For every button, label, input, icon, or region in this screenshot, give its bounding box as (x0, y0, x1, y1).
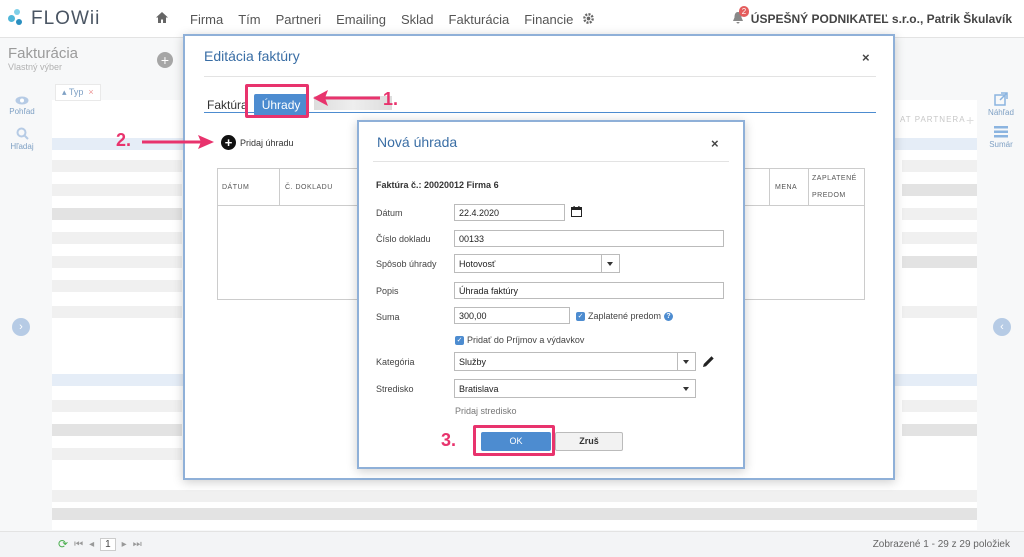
chevron-down-icon (683, 387, 689, 391)
sum-label: Suma (376, 312, 400, 322)
checkbox-checked-icon: ✓ (576, 311, 585, 321)
menu-item-tim[interactable]: Tím (238, 12, 260, 27)
tab-invoice[interactable]: Faktúra (207, 98, 248, 112)
new-payment-modal: Nová úhrada × Faktúra č.: 20020012 Firma… (357, 120, 745, 469)
top-navigation: FLOWii Firma Tím Partneri Emailing Sklad… (0, 0, 1024, 38)
user-area[interactable]: 2 ÚSPEŠNÝ PODNIKATEĽ s.r.o., Patrik Škul… (731, 6, 1012, 27)
step-3-label: 3. (441, 430, 457, 450)
payment-method-value: Hotovosť (459, 259, 496, 269)
date-label: Dátum (376, 208, 403, 218)
user-name[interactable]: ÚSPEŠNÝ PODNIKATEĽ s.r.o., Patrik Škulav… (751, 12, 1012, 26)
category-label: Kategória (376, 357, 415, 367)
bell-icon[interactable]: 2 (731, 6, 750, 27)
description-input[interactable]: Úhrada faktúry (454, 282, 724, 299)
payment-method-select[interactable]: Hotovosť (454, 254, 620, 273)
logo[interactable]: FLOWii (8, 8, 100, 30)
doc-number-input[interactable]: 00133 (454, 230, 724, 247)
arrow-left-icon (313, 90, 380, 106)
step-1-label: 1. (383, 89, 399, 109)
main-menu: Firma Tím Partneri Emailing Sklad Faktur… (190, 12, 588, 27)
refresh-icon[interactable]: ⟳ (58, 537, 68, 551)
chevron-down-icon (683, 360, 689, 364)
menu-item-partneri[interactable]: Partneri (276, 12, 322, 27)
col-prepaid-line1[interactable]: ZAPLATENÉ (812, 175, 857, 182)
doc-number-label: Číslo dokladu (376, 234, 431, 244)
step-2-label: 2. (116, 130, 132, 150)
checkbox-checked-icon: ✓ (455, 335, 464, 345)
add-center-link[interactable]: Pridaj stredisko (455, 406, 517, 416)
next-page-icon[interactable]: ▸ (122, 539, 127, 550)
help-icon[interactable]: ? (664, 311, 674, 321)
center-select[interactable]: Bratislava (454, 379, 696, 398)
center-value: Bratislava (459, 384, 499, 394)
center-label: Stredisko (376, 384, 414, 394)
close-icon[interactable]: × (711, 136, 719, 151)
date-input[interactable]: 22.4.2020 (454, 204, 565, 221)
highlight-payments-tab (245, 84, 309, 118)
prepaid-checkbox[interactable]: ✓ Zaplatené predom ? (576, 311, 674, 321)
col-currency[interactable]: MENA (775, 184, 797, 191)
menu-item-fakturacia[interactable]: Fakturácia (449, 12, 510, 27)
new-payment-title: Nová úhrada (377, 134, 458, 150)
add-payment-button[interactable]: + Pridaj úhradu (221, 135, 294, 150)
plus-icon: + (221, 135, 236, 150)
pencil-icon[interactable] (702, 355, 715, 368)
divider (204, 76, 876, 77)
divider (373, 161, 729, 162)
home-icon[interactable] (155, 11, 169, 24)
gear-icon[interactable] (582, 12, 595, 25)
menu-item-sklad[interactable]: Sklad (401, 12, 434, 27)
calendar-icon[interactable] (571, 206, 582, 217)
page-number[interactable]: 1 (100, 537, 116, 551)
prepaid-label: Zaplatené predom (588, 311, 662, 321)
col-date[interactable]: DÁTUM (222, 184, 249, 191)
col-doc-number[interactable]: Č. DOKLADU (285, 184, 333, 191)
prev-page-icon[interactable]: ◂ (89, 539, 94, 550)
add-payment-label: Pridaj úhradu (240, 137, 294, 148)
logo-text: FLOWii (31, 8, 101, 29)
highlight-ok-button (473, 425, 555, 456)
first-page-icon[interactable]: ⏮ (74, 539, 83, 550)
sum-input[interactable]: 300,00 (454, 307, 570, 324)
add-to-income-checkbox[interactable]: ✓ Pridať do Príjmov a výdavkov (455, 335, 584, 345)
payment-method-label: Spôsob úhrady (376, 259, 437, 269)
close-icon[interactable]: × (862, 50, 870, 65)
edit-invoice-title: Editácia faktúry (204, 48, 300, 64)
menu-item-firma[interactable]: Firma (190, 12, 223, 27)
menu-item-emailing[interactable]: Emailing (336, 12, 386, 27)
last-page-icon[interactable]: ⏭ (133, 539, 142, 550)
col-prepaid-line2[interactable]: PREDOM (812, 192, 846, 199)
cancel-button[interactable]: Zruš (555, 432, 623, 451)
notification-badge: 2 (738, 6, 750, 17)
category-value: Služby (459, 357, 487, 367)
menu-item-financie[interactable]: Financie (524, 12, 573, 27)
arrow-right-icon (142, 135, 214, 149)
invoice-reference: Faktúra č.: 20020012 Firma 6 (376, 180, 499, 190)
footer: ⟳ ⏮ ◂ 1 ▸ ⏭ Zobrazené 1 - 29 z 29 položi… (0, 531, 1024, 557)
add-to-income-label: Pridať do Príjmov a výdavkov (467, 335, 585, 345)
logo-mark-icon (8, 9, 26, 29)
pagination: ⟳ ⏮ ◂ 1 ▸ ⏭ (58, 537, 142, 551)
chevron-down-icon (607, 262, 613, 266)
category-select[interactable]: Služby (454, 352, 696, 371)
items-count-info: Zobrazené 1 - 29 z 29 položiek (872, 539, 1010, 550)
description-label: Popis (376, 286, 399, 296)
